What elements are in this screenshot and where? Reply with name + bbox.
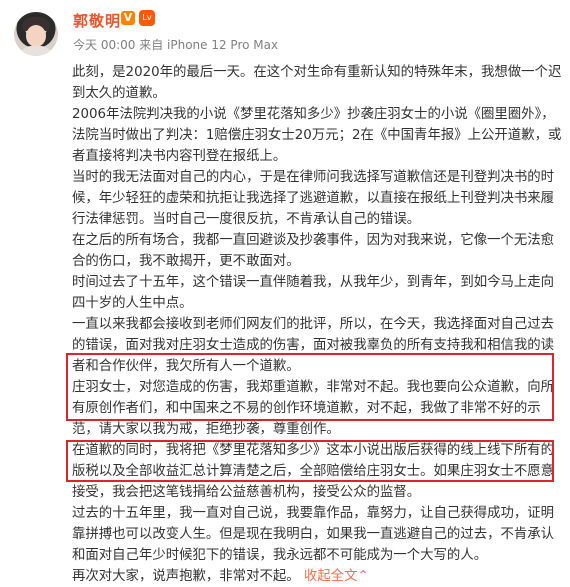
paragraph: 当时的我无法面对自己的内心，于是在律师问我选择写道歉信还是刊登判决书的时候，年少…	[72, 170, 555, 227]
level-badge-icon: Lv	[139, 10, 155, 26]
paragraph: 过去的十五年里，我一直对自己说，我要靠作品，靠努力，让自己获得成功，证明靠拼搏也…	[72, 506, 555, 563]
verified-badge-icon: V	[121, 11, 135, 25]
post-header: 郭敬明 V Lv 今天 00:00 来自 iPhone 12 Pro Max	[0, 0, 570, 62]
closing-text: 再次对大家，说声抱歉，非常对不起。	[72, 569, 300, 584]
avatar-face	[26, 25, 46, 47]
paragraph: 此刻，是2020年的最后一天。在这个对生命有重新认知的特殊年末，我想做一个迟到太…	[72, 65, 562, 101]
post-meta: 今天 00:00 来自 iPhone 12 Pro Max	[73, 38, 279, 52]
post-content: 此刻，是2020年的最后一天。在这个对生命有重新认知的特殊年末，我想做一个迟到太…	[72, 62, 562, 587]
paragraph: 时间过去了十五年，这个错误一直伴随着我，从我年少，到青年，到如今马上走向四十岁的…	[72, 275, 555, 311]
collapse-link-label: 收起全文	[303, 569, 358, 584]
chevron-up-icon: ⌃	[357, 569, 369, 584]
collapse-link[interactable]: 收起全文⌃	[304, 569, 369, 584]
paragraph: 2006年法院判决我的小说《梦里花落知多少》抄袭庄羽女士的小说《圈里圈外》，法院…	[72, 107, 562, 164]
highlight-box-apology	[66, 353, 554, 421]
avatar-shirt	[19, 46, 53, 56]
last-paragraph: 再次对大家，说声抱歉，非常对不起。 收起全文⌃	[72, 566, 562, 587]
author-name[interactable]: 郭敬明	[73, 10, 121, 31]
avatar[interactable]	[14, 12, 58, 56]
highlight-box-compensation	[66, 440, 554, 482]
paragraph: 在之后的所有场合，我都一直回避谈及抄袭事件，因为对我来说，它像一个无法愈合的伤口…	[72, 233, 555, 269]
